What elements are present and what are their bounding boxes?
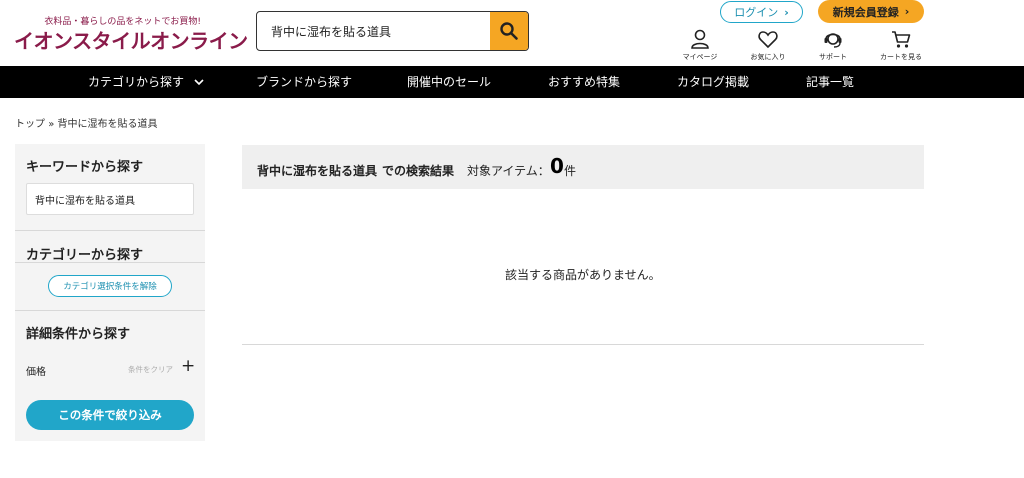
result-header: 背中に湿布を貼る道具 での検索結果 対象アイテム： 0 件 xyxy=(242,145,924,189)
register-button[interactable]: 新規会員登録 › xyxy=(818,0,924,23)
breadcrumb-home[interactable]: トップ xyxy=(15,119,45,130)
mypage-label: マイページ xyxy=(682,53,718,61)
result-count-unit: 件 xyxy=(564,164,577,178)
no-results-message: 該当する商品がありません。 xyxy=(505,268,661,282)
support-label: サポート xyxy=(819,53,847,61)
nav-category[interactable]: カテゴリから探す xyxy=(88,66,204,98)
search-box xyxy=(256,11,529,51)
mypage-link[interactable]: マイページ xyxy=(670,28,730,64)
search-input[interactable] xyxy=(257,12,491,50)
cart-label: カートを見る xyxy=(880,53,922,61)
results-divider xyxy=(242,344,924,345)
nav-sale[interactable]: 開催中のセール xyxy=(407,66,491,98)
cart-icon xyxy=(892,31,911,48)
sidebar-divider xyxy=(15,310,205,311)
register-label: 新規会員登録 xyxy=(832,5,899,19)
breadcrumb: トップ » 背中に湿布を貼る道具 xyxy=(15,115,158,130)
filter-sidebar: キーワードから探す カテゴリーから探す カテゴリ選択条件を解除 詳細条件から探す… xyxy=(15,144,205,441)
favorites-label: お気に入り xyxy=(750,53,786,61)
login-label: ログイン xyxy=(734,6,779,19)
result-suffix: での検索結果 xyxy=(382,164,455,178)
headset-icon xyxy=(824,33,842,48)
keyword-input[interactable] xyxy=(26,183,194,215)
result-query: 背中に湿布を貼る道具 xyxy=(257,164,378,178)
support-link[interactable]: サポート xyxy=(803,28,863,64)
chevron-right-icon: › xyxy=(784,5,789,19)
site-logo[interactable]: 衣料品・暮らしの品をネットでお買物! イオンスタイルオンライン xyxy=(14,12,248,53)
nav-catalog[interactable]: カタログ掲載 xyxy=(677,66,749,98)
search-button[interactable] xyxy=(490,12,528,50)
chevron-right-icon: › xyxy=(904,5,910,18)
clear-category-button[interactable]: カテゴリ選択条件を解除 xyxy=(48,275,172,297)
expand-price-button[interactable]: + xyxy=(181,358,195,375)
sidebar-divider xyxy=(15,230,205,231)
site-header: 衣料品・暮らしの品をネットでお買物! イオンスタイルオンライン ログイン › 新… xyxy=(0,0,1024,66)
login-button[interactable]: ログイン › xyxy=(720,1,803,23)
category-heading: カテゴリーから探す xyxy=(26,248,144,263)
search-icon xyxy=(500,22,518,40)
breadcrumb-current: 背中に湿布を貼る道具 xyxy=(57,119,158,130)
keyword-heading: キーワードから探す xyxy=(26,160,144,175)
clear-conditions-link[interactable]: 条件をクリア xyxy=(128,364,173,375)
heart-icon xyxy=(758,31,778,49)
sidebar-divider xyxy=(15,262,205,263)
cart-link[interactable]: カートを見る xyxy=(871,28,931,64)
chevron-down-icon xyxy=(194,79,204,86)
main-nav: カテゴリから探す ブランドから探す 開催中のセール おすすめ特集 カタログ掲載 … xyxy=(0,66,1024,98)
breadcrumb-separator: » xyxy=(48,119,55,130)
favorites-link[interactable]: お気に入り xyxy=(738,28,798,64)
nav-featured[interactable]: おすすめ特集 xyxy=(548,66,620,98)
result-count: 0 xyxy=(550,154,564,178)
price-filter-label: 価格 xyxy=(26,367,46,378)
apply-filter-button[interactable]: この条件で絞り込み xyxy=(26,400,194,430)
person-icon xyxy=(691,29,709,49)
nav-brand[interactable]: ブランドから探す xyxy=(256,66,352,98)
result-count-label: 対象アイテム： xyxy=(467,164,550,178)
nav-articles[interactable]: 記事一覧 xyxy=(806,66,854,98)
nav-category-label: カテゴリから探す xyxy=(88,75,185,89)
detail-heading: 詳細条件から探す xyxy=(26,327,131,342)
logo-text: イオンスタイルオンライン xyxy=(14,29,248,53)
